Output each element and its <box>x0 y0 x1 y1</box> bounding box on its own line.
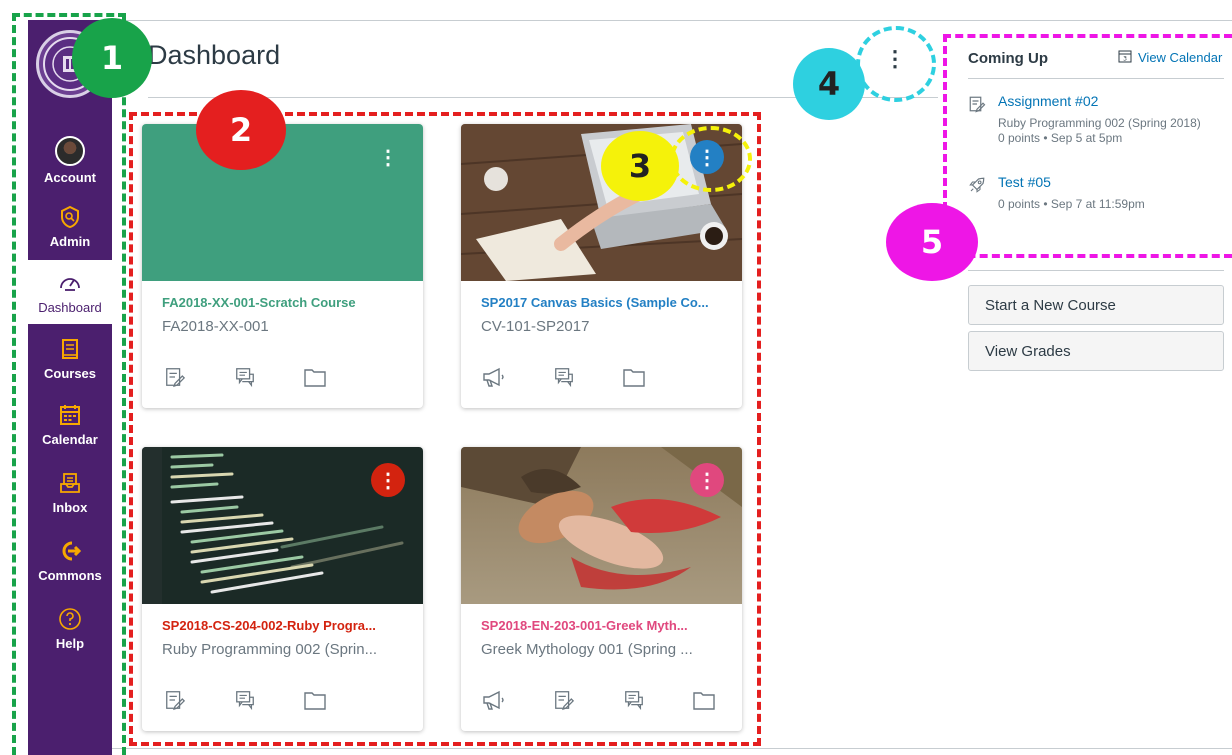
annotation-box-2 <box>129 112 761 746</box>
annotation-badge-5: 5 <box>886 203 978 281</box>
annotation-box-1 <box>12 13 126 755</box>
view-grades-button[interactable]: View Grades <box>968 331 1224 371</box>
annotation-badge-2: 2 <box>196 90 286 170</box>
annotation-badge-1: 1 <box>72 18 152 98</box>
page-title: Dashboard <box>148 40 281 70</box>
canvas-dashboard-page: Account Admin Dashboard Courses Calendar <box>0 0 1232 755</box>
annotation-badge-3: 3 <box>601 131 679 201</box>
annotation-box-3 <box>670 126 752 192</box>
annotation-box-4 <box>856 26 936 102</box>
bottom-border <box>112 748 1232 749</box>
top-border <box>112 20 1232 21</box>
annotation-box-5 <box>943 34 1232 258</box>
sidebar-divider <box>968 270 1224 271</box>
start-new-course-button[interactable]: Start a New Course <box>968 285 1224 325</box>
annotation-badge-4: 4 <box>793 48 865 120</box>
